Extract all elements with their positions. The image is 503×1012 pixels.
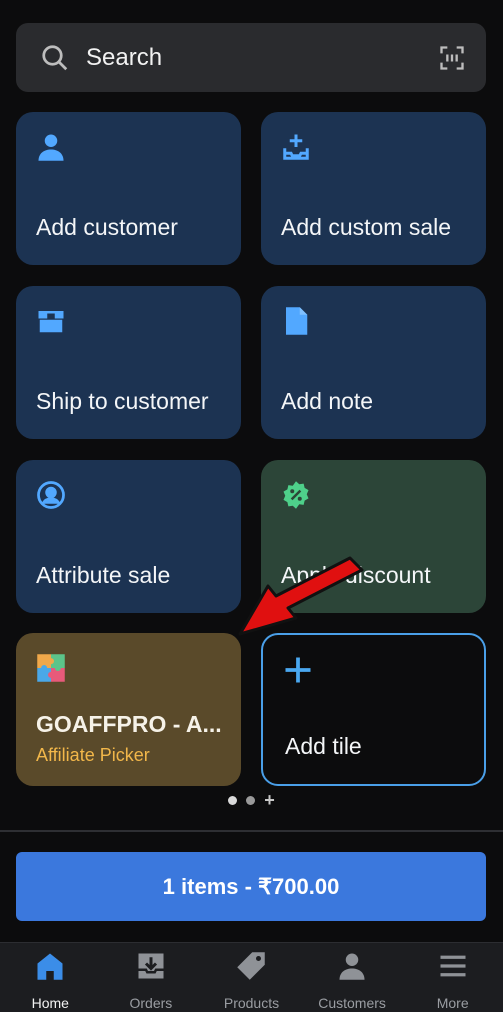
tile-label: Attribute sale [36, 562, 171, 588]
person-circle-icon [37, 481, 65, 509]
plus-icon [285, 657, 311, 683]
tile-add-note[interactable]: Add note [261, 286, 486, 439]
nav-item-products[interactable]: Products [201, 943, 302, 1012]
nav-label: Customers [318, 995, 386, 1011]
tile-label: Add note [281, 388, 374, 414]
tile-attribute-sale[interactable]: Attribute sale [16, 460, 241, 613]
shipping-box-icon [38, 311, 64, 333]
tile-label: Ship to customer [36, 388, 209, 414]
search-bar[interactable]: Search [16, 23, 486, 92]
tile-add-customer[interactable]: Add customer [16, 112, 241, 265]
tile-add-custom-sale[interactable]: Add custom sale [261, 112, 486, 265]
barcode-scan-icon[interactable] [438, 44, 466, 72]
home-icon [37, 953, 63, 980]
note-icon [286, 307, 308, 335]
orders-icon [138, 953, 164, 979]
add-page-icon[interactable]: + [264, 791, 275, 809]
tile-goaffpro-app[interactable]: GOAFFPRO - A... Affiliate Picker [16, 633, 241, 786]
divider [0, 830, 503, 832]
discount-badge-icon [283, 481, 309, 509]
nav-label: Products [223, 995, 280, 1011]
checkout-button[interactable]: 1 items - ₹700.00 [16, 852, 486, 921]
tile-add-tile[interactable]: Add tile [261, 633, 486, 786]
nav-label: More [436, 995, 469, 1011]
tile-ship-to-customer[interactable]: Ship to customer [16, 286, 241, 439]
person-icon [339, 953, 365, 980]
tile-label: GOAFFPRO - A... [36, 711, 222, 737]
tag-icon [237, 952, 266, 980]
nav-item-home[interactable]: Home [0, 943, 101, 1012]
annotation-arrow-icon [238, 556, 364, 636]
search-label: Search [86, 43, 163, 71]
nav-label: Home [31, 995, 69, 1011]
nav-label: Orders [129, 995, 173, 1011]
search-icon [42, 44, 68, 70]
person-icon [38, 134, 64, 161]
nav-item-customers[interactable]: Customers [302, 943, 403, 1012]
bottom-navigation: Home Orders Products Customers More [0, 942, 503, 1012]
tile-sublabel: Affiliate Picker [36, 745, 150, 765]
tray-add-icon [283, 134, 309, 160]
nav-item-more[interactable]: More [402, 943, 503, 1012]
pos-home-screen: Search Add customer Add custom sale Ship… [0, 0, 503, 1012]
page-dot[interactable] [246, 796, 256, 805]
tile-label: Add customer [36, 214, 178, 240]
page-indicator[interactable]: + [0, 791, 503, 809]
page-dot-active[interactable] [228, 796, 238, 805]
puzzle-app-icon [37, 654, 65, 682]
nav-item-orders[interactable]: Orders [101, 943, 202, 1012]
menu-icon [440, 955, 466, 977]
tile-label: Add custom sale [281, 214, 452, 240]
tile-label: Add tile [285, 733, 362, 759]
